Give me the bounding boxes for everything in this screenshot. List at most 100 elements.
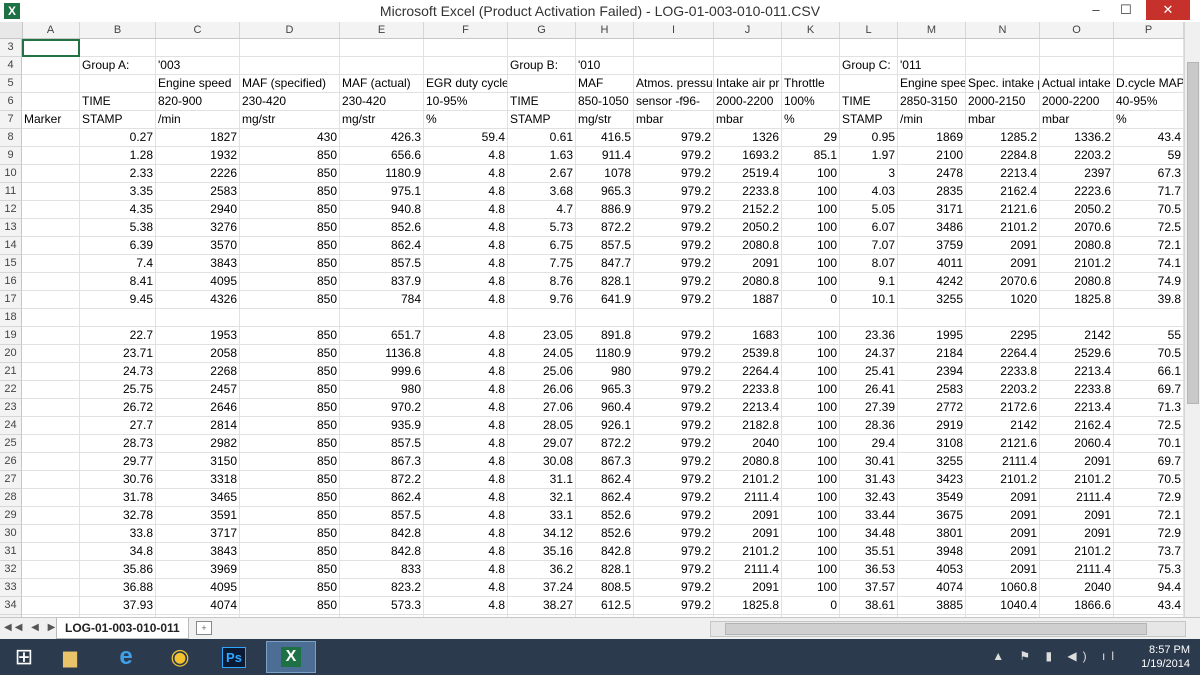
cell-K20[interactable]: 100	[782, 345, 840, 363]
cell-E27[interactable]: 872.2	[340, 471, 424, 489]
cell-D18[interactable]	[240, 309, 340, 327]
cell-D32[interactable]: 850	[240, 561, 340, 579]
cell-B17[interactable]: 9.45	[80, 291, 156, 309]
cell-I9[interactable]: 979.2	[634, 147, 714, 165]
cell-N3[interactable]	[966, 39, 1040, 57]
cell-O20[interactable]: 2529.6	[1040, 345, 1114, 363]
cell-J32[interactable]: 2111.4	[714, 561, 782, 579]
cell-D12[interactable]: 850	[240, 201, 340, 219]
cell-C9[interactable]: 1932	[156, 147, 240, 165]
cell-O18[interactable]	[1040, 309, 1114, 327]
cell-J22[interactable]: 2233.8	[714, 381, 782, 399]
cell-B25[interactable]: 28.73	[80, 435, 156, 453]
cell-H17[interactable]: 641.9	[576, 291, 634, 309]
cell-A18[interactable]	[22, 309, 80, 327]
column-header-A[interactable]: A	[22, 22, 80, 38]
cell-E8[interactable]: 426.3	[340, 129, 424, 147]
cell-L6[interactable]: TIME	[840, 93, 898, 111]
cell-H23[interactable]: 960.4	[576, 399, 634, 417]
cell-B6[interactable]: TIME	[80, 93, 156, 111]
cell-A26[interactable]	[22, 453, 80, 471]
row-header[interactable]: 9	[0, 147, 22, 165]
cell-H19[interactable]: 891.8	[576, 327, 634, 345]
row-header[interactable]: 7	[0, 111, 22, 129]
cell-P11[interactable]: 71.7	[1114, 183, 1184, 201]
cell-P5[interactable]: D.cycle MAP	[1114, 75, 1184, 93]
row-header[interactable]: 6	[0, 93, 22, 111]
cell-B16[interactable]: 8.41	[80, 273, 156, 291]
cell-L13[interactable]: 6.07	[840, 219, 898, 237]
cell-L19[interactable]: 23.36	[840, 327, 898, 345]
cell-J33[interactable]: 2091	[714, 579, 782, 597]
cell-E6[interactable]: 230-420	[340, 93, 424, 111]
cell-N26[interactable]: 2111.4	[966, 453, 1040, 471]
cell-L33[interactable]: 37.57	[840, 579, 898, 597]
cell-A3[interactable]	[22, 39, 80, 57]
cell-M3[interactable]	[898, 39, 966, 57]
cell-I5[interactable]: Atmos. pressu	[634, 75, 714, 93]
cell-A27[interactable]	[22, 471, 80, 489]
cell-A15[interactable]	[22, 255, 80, 273]
cell-H12[interactable]: 886.9	[576, 201, 634, 219]
cell-K4[interactable]	[782, 57, 840, 75]
cell-A17[interactable]	[22, 291, 80, 309]
cell-H7[interactable]: mg/str	[576, 111, 634, 129]
cell-B10[interactable]: 2.33	[80, 165, 156, 183]
cell-P30[interactable]: 72.9	[1114, 525, 1184, 543]
cell-E5[interactable]: MAF (actual)	[340, 75, 424, 93]
cell-B9[interactable]: 1.28	[80, 147, 156, 165]
cell-C33[interactable]: 4095	[156, 579, 240, 597]
cell-J15[interactable]: 2091	[714, 255, 782, 273]
cell-D25[interactable]: 850	[240, 435, 340, 453]
row-header[interactable]: 17	[0, 291, 22, 309]
cell-P32[interactable]: 75.3	[1114, 561, 1184, 579]
cell-K19[interactable]: 100	[782, 327, 840, 345]
cell-H11[interactable]: 965.3	[576, 183, 634, 201]
cell-O32[interactable]: 2111.4	[1040, 561, 1114, 579]
cell-D21[interactable]: 850	[240, 363, 340, 381]
internet-explorer-icon[interactable]: e	[104, 641, 148, 673]
cell-F31[interactable]: 4.8	[424, 543, 508, 561]
cell-I11[interactable]: 979.2	[634, 183, 714, 201]
cell-B33[interactable]: 36.88	[80, 579, 156, 597]
cell-E21[interactable]: 999.6	[340, 363, 424, 381]
cell-H18[interactable]	[576, 309, 634, 327]
cell-K8[interactable]: 29	[782, 129, 840, 147]
cell-H6[interactable]: 850-1050	[576, 93, 634, 111]
cell-I23[interactable]: 979.2	[634, 399, 714, 417]
cell-J28[interactable]: 2111.4	[714, 489, 782, 507]
cell-L22[interactable]: 26.41	[840, 381, 898, 399]
cell-C5[interactable]: Engine speed	[156, 75, 240, 93]
cell-E17[interactable]: 784	[340, 291, 424, 309]
cell-G22[interactable]: 26.06	[508, 381, 576, 399]
row-header[interactable]: 26	[0, 453, 22, 471]
cell-N20[interactable]: 2264.4	[966, 345, 1040, 363]
cell-K18[interactable]	[782, 309, 840, 327]
cell-N4[interactable]	[966, 57, 1040, 75]
cell-G33[interactable]: 37.24	[508, 579, 576, 597]
cell-N21[interactable]: 2233.8	[966, 363, 1040, 381]
cell-J30[interactable]: 2091	[714, 525, 782, 543]
column-header-K[interactable]: K	[782, 22, 840, 38]
cell-N19[interactable]: 2295	[966, 327, 1040, 345]
column-header-C[interactable]: C	[156, 22, 240, 38]
cell-P24[interactable]: 72.5	[1114, 417, 1184, 435]
cell-K29[interactable]: 100	[782, 507, 840, 525]
cell-N9[interactable]: 2284.8	[966, 147, 1040, 165]
cell-K11[interactable]: 100	[782, 183, 840, 201]
cell-C24[interactable]: 2814	[156, 417, 240, 435]
cell-O9[interactable]: 2203.2	[1040, 147, 1114, 165]
cell-A12[interactable]	[22, 201, 80, 219]
cell-G9[interactable]: 1.63	[508, 147, 576, 165]
cell-L30[interactable]: 34.48	[840, 525, 898, 543]
cell-H9[interactable]: 911.4	[576, 147, 634, 165]
row-header[interactable]: 3	[0, 39, 22, 57]
cell-B15[interactable]: 7.4	[80, 255, 156, 273]
cell-D22[interactable]: 850	[240, 381, 340, 399]
cell-F30[interactable]: 4.8	[424, 525, 508, 543]
cell-J21[interactable]: 2264.4	[714, 363, 782, 381]
column-header-F[interactable]: F	[424, 22, 508, 38]
cell-K14[interactable]: 100	[782, 237, 840, 255]
cell-F4[interactable]	[424, 57, 508, 75]
row-header[interactable]: 25	[0, 435, 22, 453]
